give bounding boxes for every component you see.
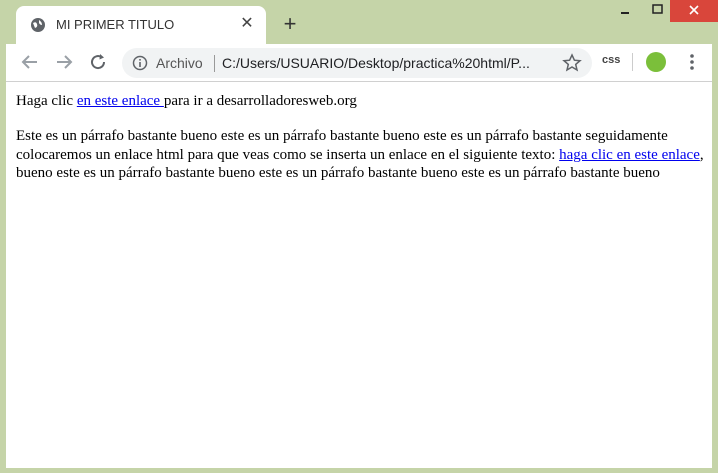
globe-icon bbox=[31, 18, 45, 32]
new-tab-button[interactable]: + bbox=[280, 13, 300, 35]
arrow-right-icon bbox=[57, 55, 73, 69]
active-tab[interactable]: MI PRIMER TITULO ✕ bbox=[16, 6, 266, 44]
info-icon[interactable] bbox=[132, 55, 148, 71]
paragraph-1: Haga clic en este enlace para ir a desar… bbox=[16, 92, 706, 111]
p1-text-before: Haga clic bbox=[16, 93, 77, 109]
back-button[interactable] bbox=[18, 50, 42, 74]
omnibox-divider bbox=[214, 55, 215, 72]
close-icon bbox=[689, 5, 699, 15]
tab-title: MI PRIMER TITULO bbox=[56, 17, 175, 32]
star-icon[interactable] bbox=[562, 53, 582, 73]
address-bar[interactable]: Archivo C:/Users/USUARIO/Desktop/practic… bbox=[122, 48, 592, 78]
browser-window: MI PRIMER TITULO ✕ + Archivo C:/Users/US… bbox=[0, 0, 718, 473]
security-label: Archivo bbox=[156, 55, 203, 71]
close-tab-icon[interactable]: ✕ bbox=[238, 15, 256, 33]
link-haga-clic[interactable]: haga clic en este enlace bbox=[559, 147, 700, 163]
paragraph-2: Este es un párrafo bastante bueno este e… bbox=[16, 127, 706, 183]
link-en-este-enlace[interactable]: en este enlace bbox=[77, 93, 164, 109]
reload-button[interactable] bbox=[86, 50, 110, 74]
tab-strip: MI PRIMER TITULO ✕ + bbox=[0, 0, 718, 44]
browser-toolbar: Archivo C:/Users/USUARIO/Desktop/practic… bbox=[6, 44, 712, 81]
toolbar-divider bbox=[632, 53, 633, 71]
forward-button[interactable] bbox=[52, 50, 76, 74]
arrow-left-icon bbox=[21, 55, 37, 69]
minimize-button[interactable] bbox=[607, 0, 643, 22]
url-text[interactable]: C:/Users/USUARIO/Desktop/practica%20html… bbox=[222, 55, 530, 71]
close-window-button[interactable] bbox=[670, 0, 718, 22]
p1-text-after: para ir a desarrolladoresweb.org bbox=[163, 93, 357, 109]
page-content: Haga clic en este enlace para ir a desar… bbox=[6, 81, 712, 468]
profile-avatar[interactable] bbox=[646, 52, 666, 72]
more-vert-icon[interactable] bbox=[682, 52, 702, 72]
minimize-icon bbox=[621, 12, 629, 14]
reload-icon bbox=[91, 54, 106, 70]
css-extension-button[interactable]: css bbox=[602, 54, 620, 66]
